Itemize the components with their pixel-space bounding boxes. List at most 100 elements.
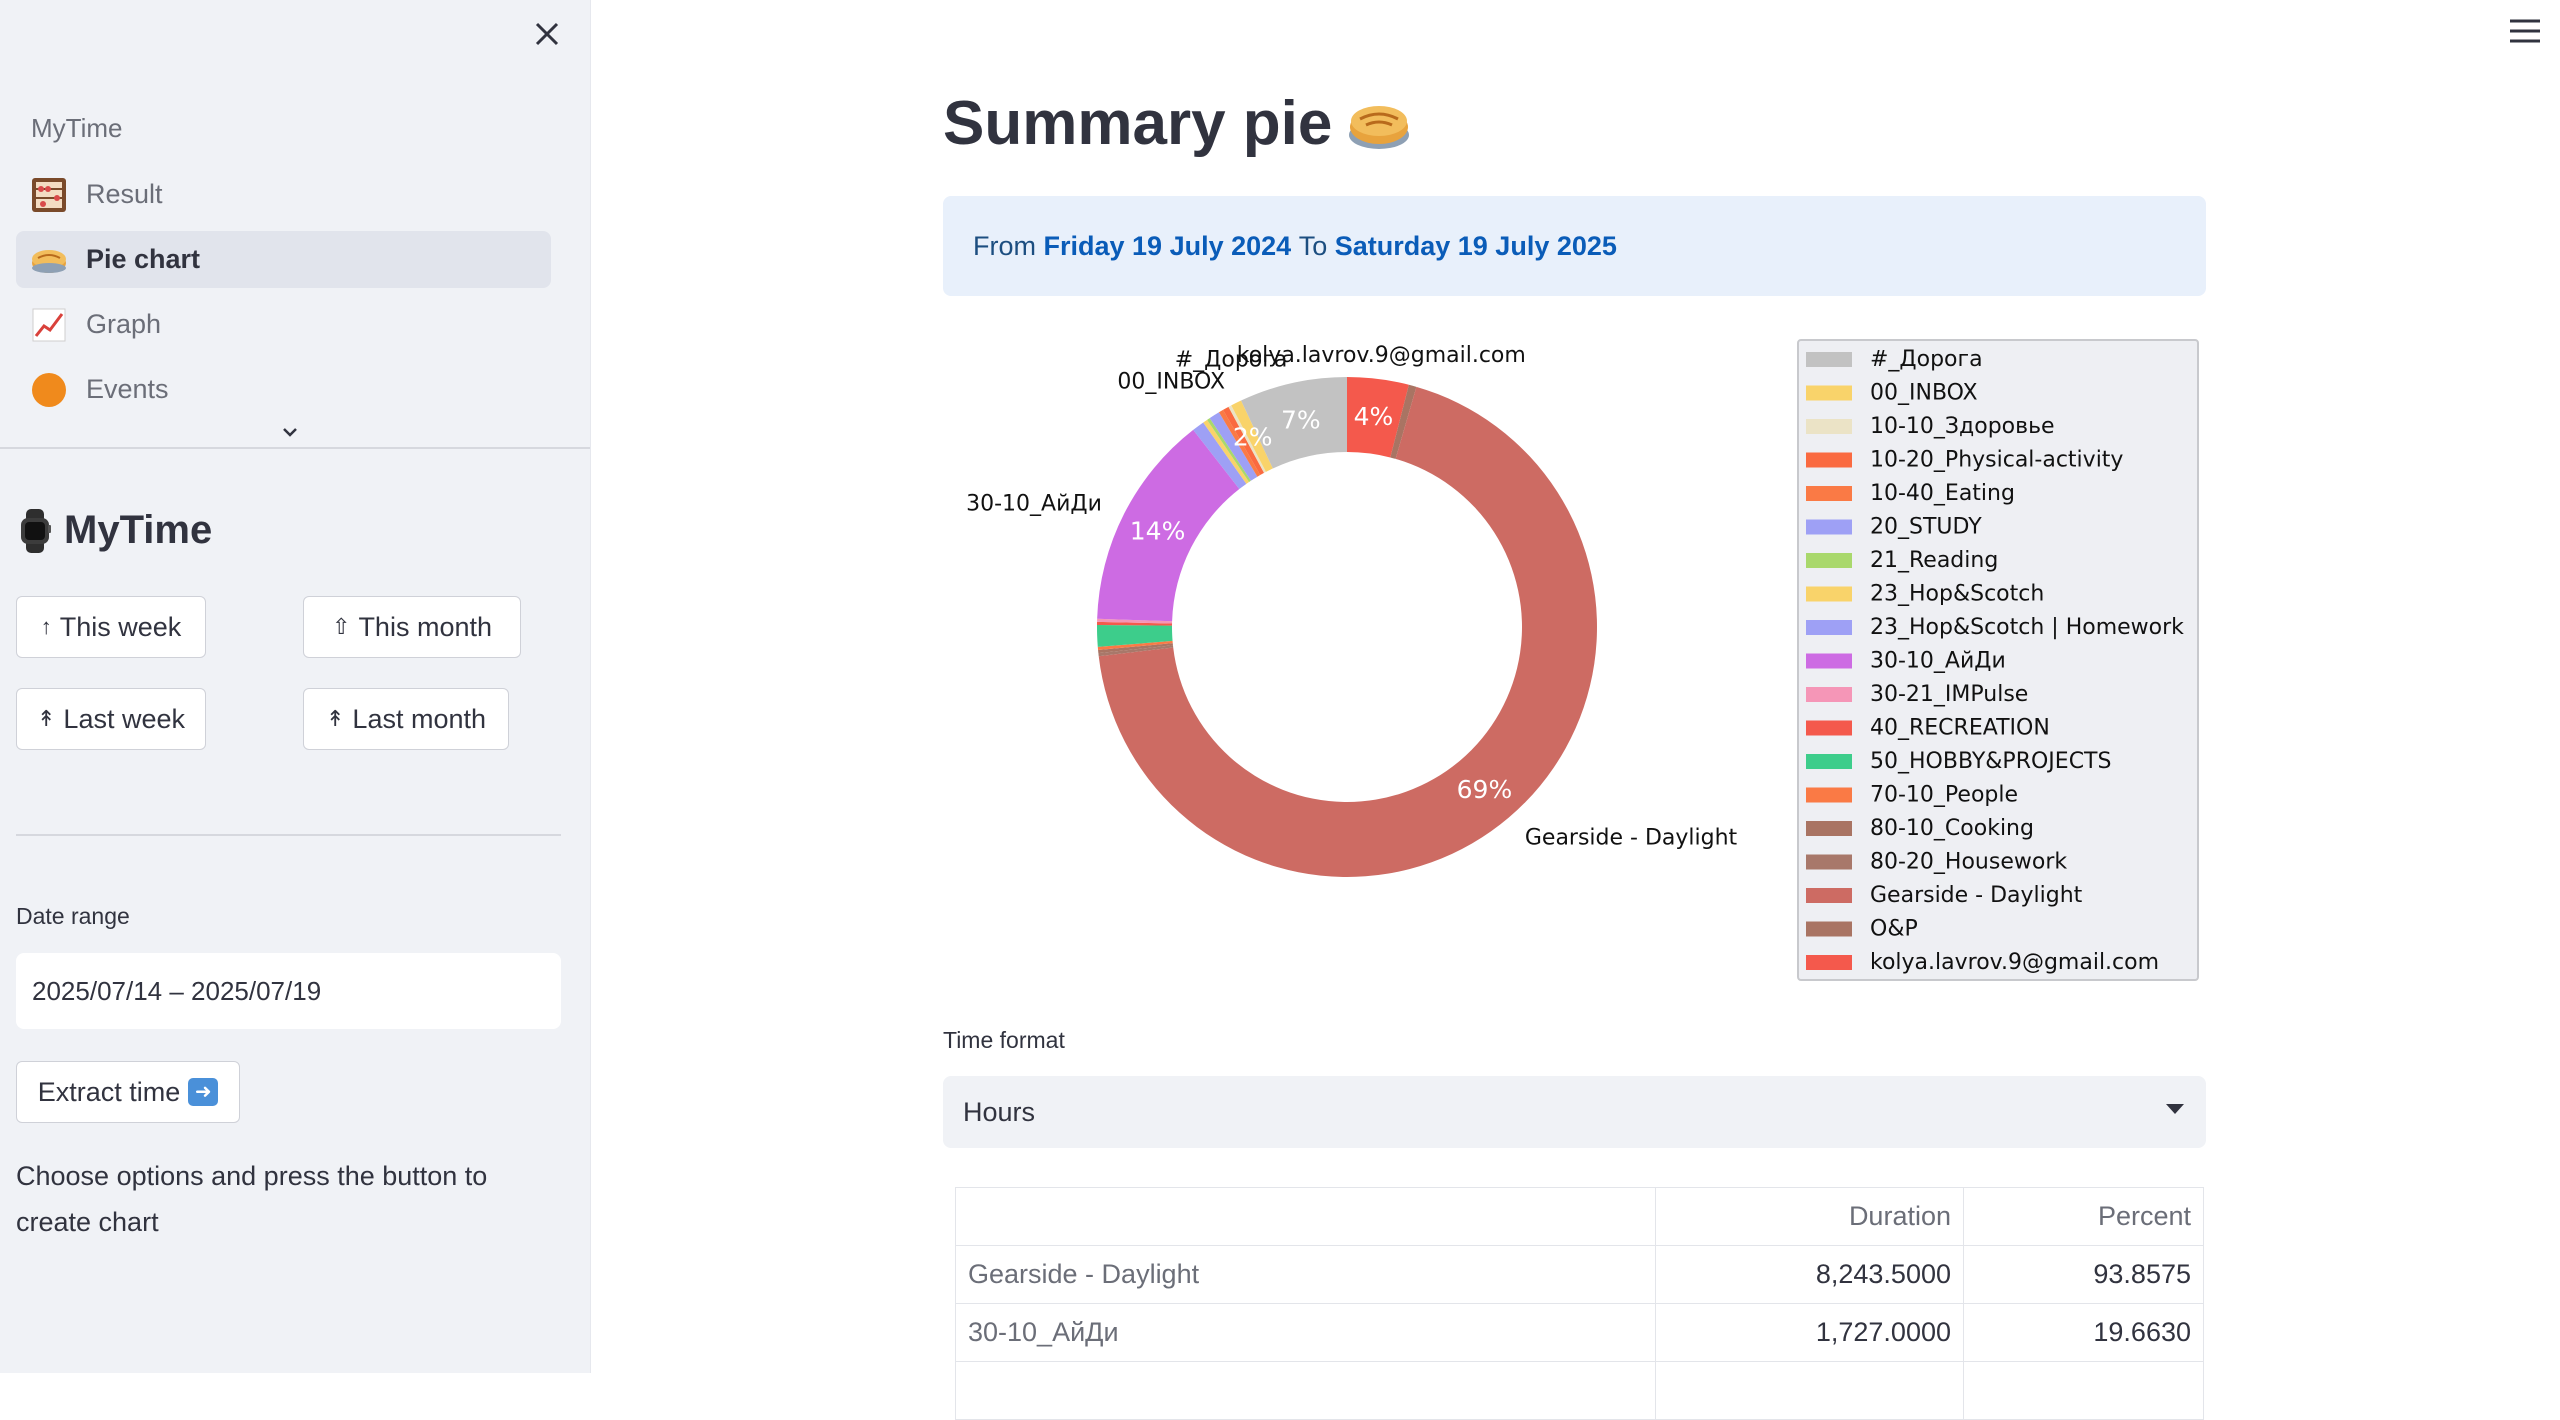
legend-label: 23_Hop&Scotch | Homework	[1870, 615, 2184, 640]
date-info-box: From Friday 19 July 2024 To Saturday 19 …	[943, 196, 2206, 296]
pie-icon	[1349, 105, 1410, 149]
legend-label: O&P	[1870, 917, 1918, 942]
table-header-index	[955, 1187, 1656, 1246]
sidebar-title-text: MyTime	[64, 508, 213, 552]
last-week-label: Last week	[63, 703, 185, 734]
legend-label: #_Дорога	[1870, 347, 1983, 372]
date-range-input[interactable]: 2025/07/14 – 2025/07/19	[16, 953, 561, 1029]
last-week-button[interactable]: ↟ Last week	[16, 688, 206, 750]
time-format-label: Time format	[943, 1027, 1065, 1053]
table-cell-name: 30-10_АйДи	[955, 1303, 1656, 1362]
arrow-right-icon: ➜	[188, 1078, 219, 1106]
slice-outer-label: 00_INBOX	[1117, 370, 1225, 395]
dropdown-caret-icon	[2166, 1104, 2184, 1114]
chevron-down-icon[interactable]	[278, 420, 302, 444]
nav-label-pie-chart: Pie chart	[86, 244, 201, 274]
legend-label: 23_Hop&Scotch	[1870, 582, 2044, 607]
legend-label: 30-10_АйДи	[1870, 649, 2006, 674]
legend-swatch	[1806, 519, 1852, 535]
sidebar-divider	[16, 834, 561, 836]
info-from-date: Friday 19 July 2024	[1043, 230, 1292, 261]
legend-swatch	[1806, 620, 1852, 635]
table-cell-percent: 93.8575	[1963, 1245, 2204, 1304]
info-to-word: To	[1298, 230, 1328, 261]
table-row: 30-10_АйДи 1,727.0000 19.6630	[955, 1303, 2204, 1362]
nav-label-events: Events	[86, 374, 169, 404]
legend-swatch	[1806, 955, 1852, 970]
legend-swatch	[1806, 854, 1852, 870]
table-header-row: Duration Percent	[955, 1187, 2204, 1246]
small-arrow-up-icon: ↟	[36, 706, 56, 731]
table-cell-percent: 19.6630	[1963, 1303, 2204, 1362]
sidebar-title: MyTime	[18, 508, 212, 553]
abacus-icon	[32, 177, 66, 212]
legend-label: 20_STUDY	[1870, 515, 1982, 540]
legend-label: 80-20_Housework	[1870, 850, 2067, 875]
page-title-text: Summary pie	[943, 89, 1333, 158]
table-cell-duration: 1,727.0000	[1655, 1303, 1964, 1362]
last-month-button[interactable]: ↟ Last month	[303, 688, 509, 750]
date-range-label: Date range	[16, 903, 130, 929]
legend-swatch	[1806, 653, 1852, 669]
nav-divider	[0, 447, 590, 449]
this-month-label: This month	[358, 611, 492, 642]
table-header-percent: Percent	[1963, 1187, 2204, 1246]
table-row-partial	[955, 1361, 2204, 1420]
legend-label: Gearside - Daylight	[1870, 883, 2083, 908]
close-sidebar-icon[interactable]	[527, 14, 567, 54]
legend-swatch	[1806, 720, 1852, 736]
slice-percent-label: 7%	[1281, 406, 1321, 435]
legend-swatch	[1806, 352, 1852, 367]
small-arrow-up-icon: ↟	[325, 706, 345, 731]
extract-time-label: Extract time	[37, 1076, 181, 1107]
legend-label: 21_Reading	[1870, 548, 1998, 573]
legend-label: 80-10_Cooking	[1870, 816, 2034, 841]
nav-item-pie-chart[interactable]: Pie chart	[16, 231, 551, 288]
this-week-button[interactable]: ↑ This week	[16, 596, 206, 658]
nav-header: MyTime	[31, 113, 123, 143]
page-title: Summary pie	[943, 88, 1412, 159]
legend-label: 10-10_Здоровье	[1870, 414, 2055, 439]
arrow-up-icon: ↑	[40, 614, 52, 639]
nav-item-graph[interactable]: Graph	[16, 296, 551, 353]
legend-swatch	[1806, 754, 1852, 769]
duration-table: Duration Percent Gearside - Daylight 8,2…	[955, 1187, 2204, 1420]
nav-label-graph: Graph	[86, 309, 162, 339]
table-row: Gearside - Daylight 8,243.5000 93.8575	[955, 1245, 2204, 1304]
legend-swatch	[1806, 452, 1852, 468]
table-cell-name: Gearside - Daylight	[955, 1245, 1656, 1304]
legend-swatch	[1806, 385, 1852, 401]
legend-swatch	[1806, 687, 1852, 702]
legend-label: kolya.lavrov.9@gmail.com	[1870, 950, 2159, 975]
time-format-select[interactable]: Hours	[943, 1076, 2206, 1148]
nav-item-events[interactable]: Events	[16, 361, 551, 418]
slice-percent-label: 2%	[1233, 423, 1273, 452]
this-month-button[interactable]: ⇧ This month	[303, 596, 521, 658]
slice-percent-label: 4%	[1354, 402, 1394, 431]
extract-time-button[interactable]: Extract time ➜	[16, 1061, 240, 1123]
slice-outer-label: #_Дорога	[1175, 348, 1288, 373]
legend-label: 50_HOBBY&PROJECTS	[1870, 749, 2111, 774]
pie-icon	[32, 249, 66, 273]
legend-label: 70-10_People	[1870, 783, 2018, 808]
slice-percent-label: 14%	[1130, 517, 1186, 546]
legend-swatch	[1806, 921, 1852, 937]
chart-up-icon	[32, 308, 66, 341]
legend-swatch	[1806, 486, 1852, 501]
outline-arrow-up-icon: ⇧	[332, 614, 351, 639]
time-format-value: Hours	[963, 1096, 1036, 1127]
nav-item-result[interactable]: Result	[16, 166, 551, 223]
info-to-date: Saturday 19 July 2025	[1334, 230, 1617, 261]
summary-pie-chart: 4% kolya.lavrov.9@gmail.com 69% Gearside - …	[966, 339, 2199, 981]
table-header-duration: Duration	[1655, 1187, 1964, 1246]
legend-label: 10-40_Eating	[1870, 481, 2015, 506]
nav-label-result: Result	[86, 179, 163, 209]
slice-outer-label: 30-10_АйДи	[966, 491, 1102, 516]
orange-circle-icon	[32, 372, 66, 407]
sidebar-help-text: Choose options and press the button to c…	[16, 1161, 488, 1237]
legend-swatch	[1806, 586, 1852, 602]
watch-icon	[21, 508, 51, 553]
legend-label: 00_INBOX	[1870, 381, 1978, 406]
legend-swatch	[1806, 553, 1852, 568]
hamburger-menu-icon[interactable]	[2506, 16, 2544, 46]
